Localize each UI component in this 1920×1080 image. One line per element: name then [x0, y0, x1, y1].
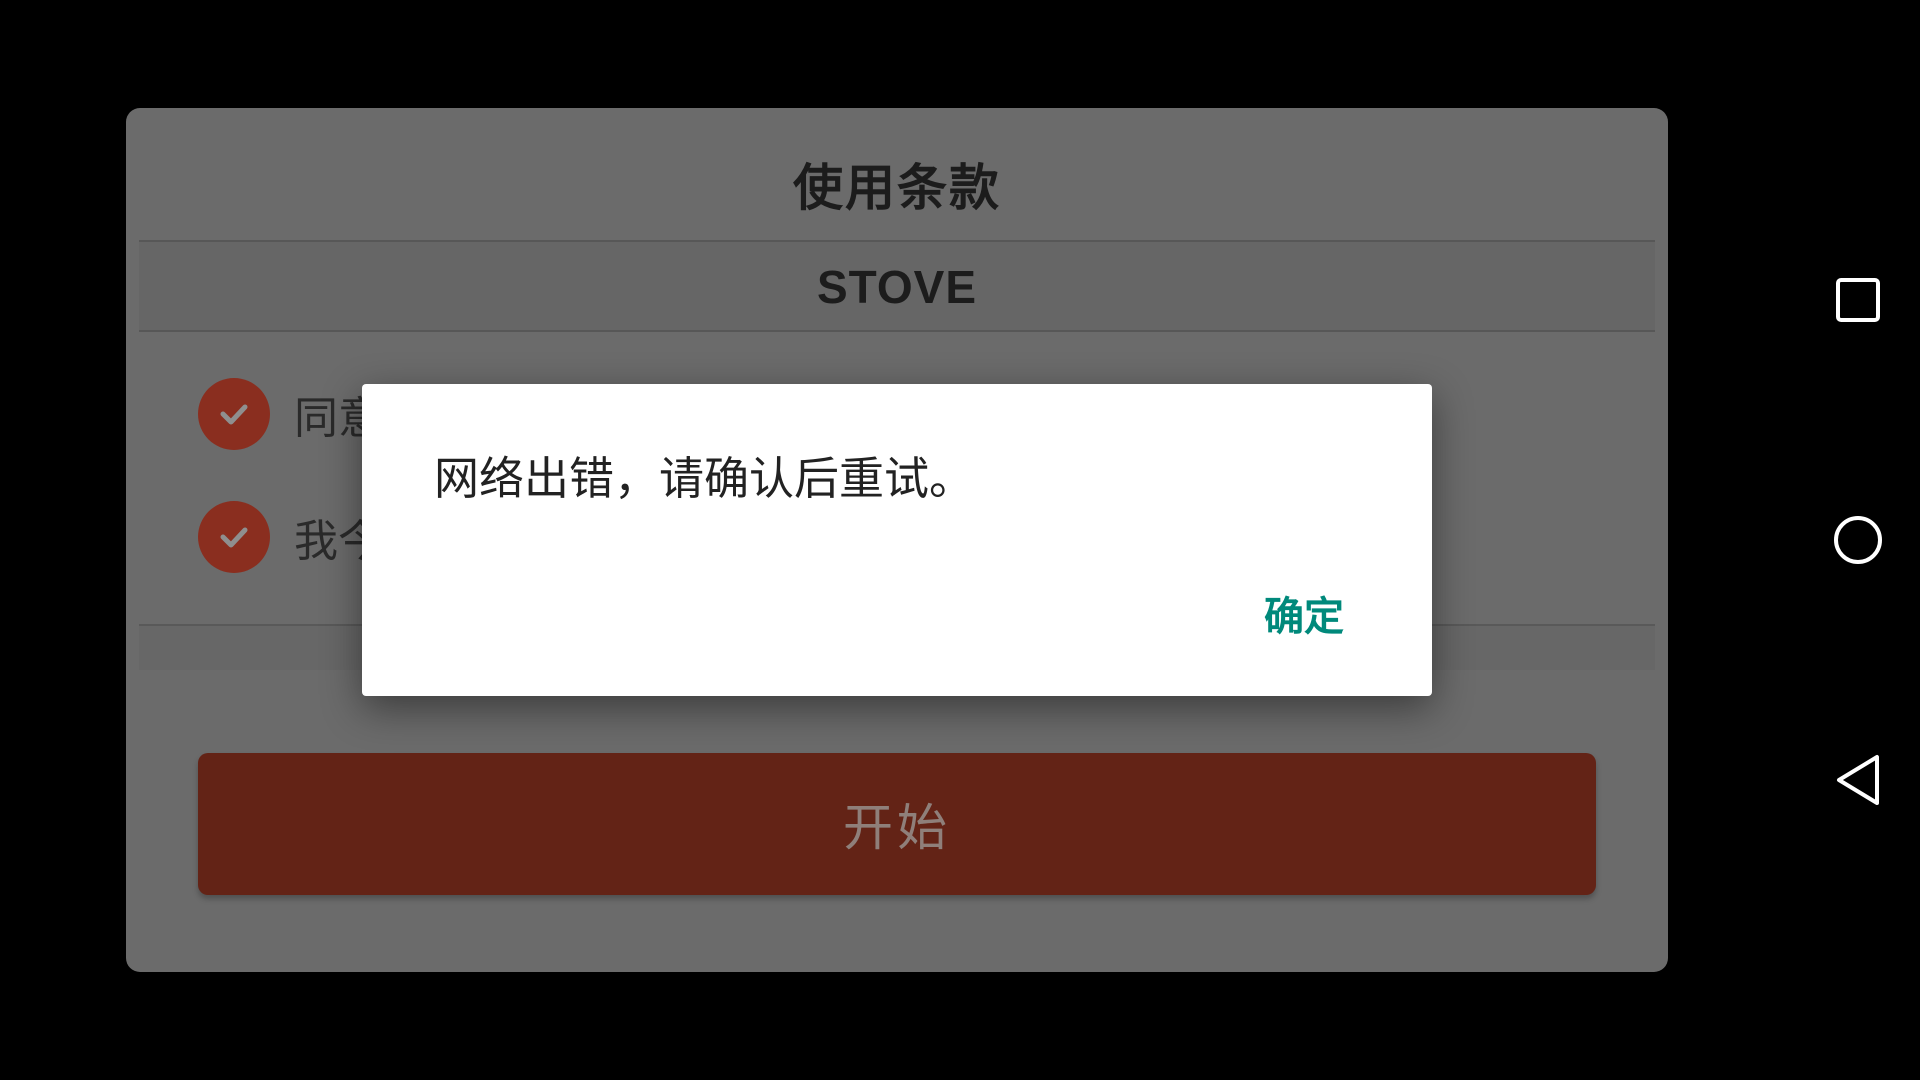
check-icon[interactable]: [198, 501, 270, 573]
screen: 使用条款 STOVE 同意 我今 开始 网络出错，请确认后重试。 确定: [0, 0, 1920, 1080]
provider-header: STOVE: [139, 240, 1655, 332]
navigation-bar: [1800, 0, 1920, 1080]
recent-apps-icon: [1836, 278, 1880, 322]
network-error-dialog: 网络出错，请确认后重试。 确定: [362, 384, 1432, 696]
start-button[interactable]: 开始: [198, 753, 1596, 895]
check-icon[interactable]: [198, 378, 270, 450]
back-button[interactable]: [1830, 752, 1886, 808]
home-icon: [1834, 516, 1882, 564]
start-button-label: 开始: [843, 800, 951, 856]
recent-apps-button[interactable]: [1830, 272, 1886, 328]
home-button[interactable]: [1830, 512, 1886, 568]
provider-label: STOVE: [816, 261, 978, 313]
ok-button[interactable]: 确定: [1264, 584, 1344, 642]
dialog-message: 网络出错，请确认后重试。: [434, 452, 975, 505]
agree-option[interactable]: 同意: [198, 378, 382, 450]
back-icon: [1837, 755, 1879, 805]
age-option[interactable]: 我今: [198, 501, 382, 573]
terms-title: 使用条款: [793, 159, 1001, 217]
